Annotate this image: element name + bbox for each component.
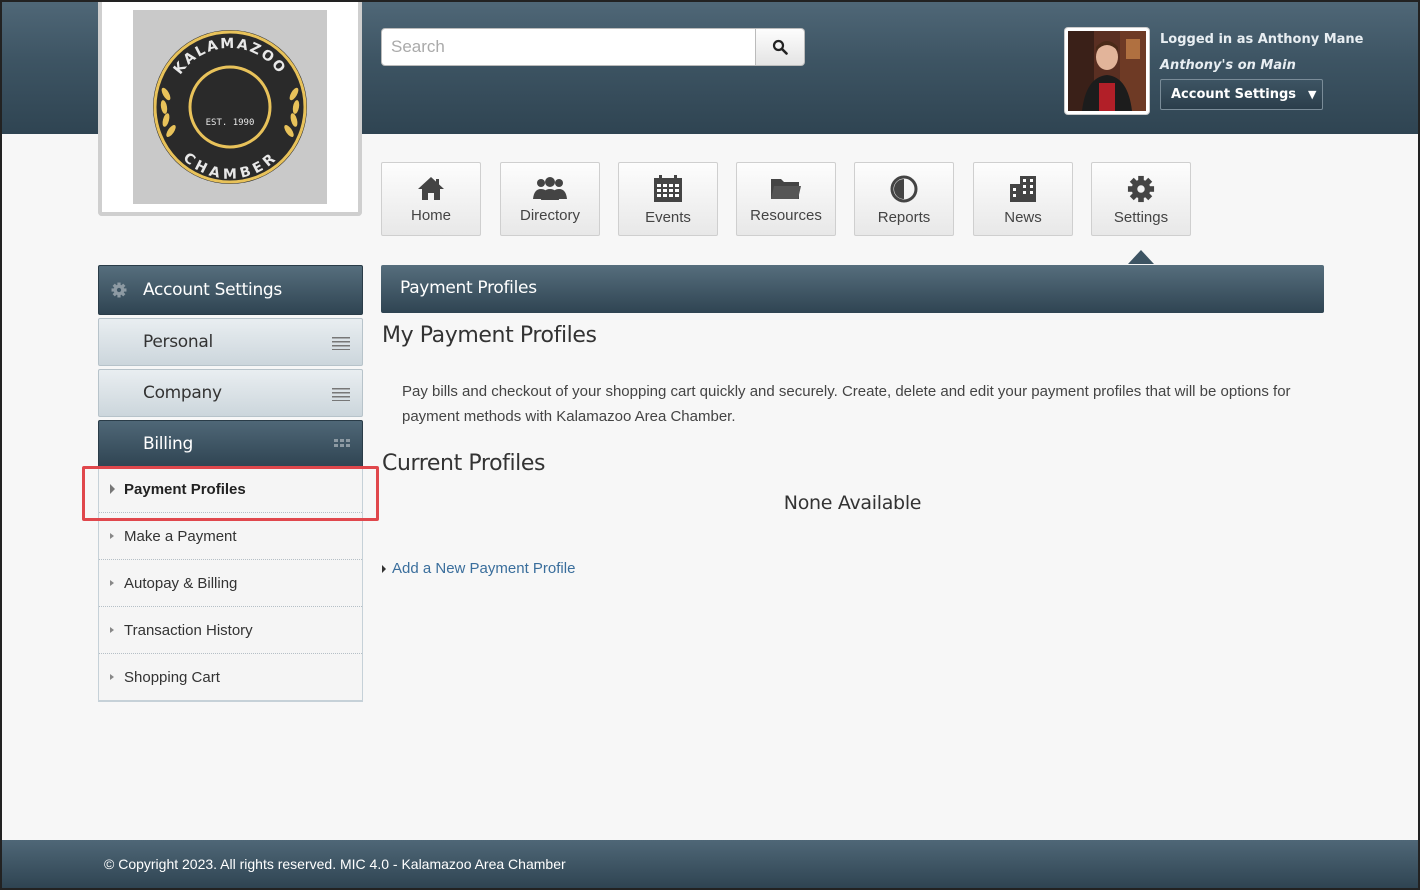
nav-reports[interactable]: Reports (854, 162, 954, 236)
home-icon (418, 177, 444, 200)
footer: © Copyright 2023. All rights reserved. M… (2, 840, 1418, 888)
user-avatar[interactable] (1065, 28, 1149, 114)
account-settings-dropdown[interactable]: Account Settings ▼ (1160, 79, 1323, 110)
search-bar (381, 28, 805, 66)
arrow-right-icon (110, 674, 114, 680)
page-description: Pay bills and checkout of your shopping … (402, 383, 1291, 425)
panel-title: Payment Profiles (400, 278, 537, 298)
nav-news-label: News (1004, 209, 1042, 226)
page-title: My Payment Profiles (382, 323, 597, 348)
sidebar-section-label: Personal (143, 332, 213, 352)
content-panel-header: Payment Profiles (381, 265, 1324, 313)
user-context-label: Anthony's on Main (1160, 58, 1296, 73)
submenu-label: Payment Profiles (124, 480, 246, 498)
submenu-make-a-payment[interactable]: Make a Payment (99, 513, 362, 560)
account-settings-label: Account Settings (1171, 87, 1297, 102)
add-payment-profile-label: Add a New Payment Profile (392, 560, 576, 577)
add-payment-profile-link[interactable]: Add a New Payment Profile (382, 560, 575, 577)
people-icon (533, 177, 567, 200)
active-nav-pointer (1128, 250, 1154, 264)
submenu-autopay-billing[interactable]: Autopay & Billing (99, 560, 362, 607)
caret-down-icon: ▼ (1308, 88, 1317, 101)
submenu-label: Transaction History (124, 621, 253, 639)
submenu-label: Make a Payment (124, 527, 237, 545)
calendar-icon (654, 175, 682, 202)
arrow-right-icon (110, 533, 114, 539)
sidebar-section-label: Billing (143, 434, 194, 454)
nav-reports-label: Reports (877, 209, 931, 226)
nav-events[interactable]: Events (618, 162, 718, 236)
logo-middle-text: EST. 1990 (206, 118, 255, 128)
nav-events-label: Events (645, 209, 691, 226)
grid-dots-icon (334, 439, 350, 447)
nav-directory-label: Directory (519, 207, 580, 224)
menu-lines-icon (332, 388, 350, 401)
submenu-label: Shopping Cart (124, 668, 220, 686)
sidebar-section-label: Company (143, 383, 222, 403)
chamber-logo: KALAMAZOO CHAMBER EST. 1990 (153, 30, 307, 184)
nav-settings[interactable]: Settings (1091, 162, 1191, 236)
logo-container[interactable]: KALAMAZOO CHAMBER EST. 1990 (98, 2, 362, 216)
nav-home[interactable]: Home (381, 162, 481, 236)
sidebar-header-label: Account Settings (143, 280, 282, 300)
submenu-transaction-history[interactable]: Transaction History (99, 607, 362, 654)
nav-resources-label: Resources (750, 207, 822, 224)
nav-resources[interactable]: Resources (736, 162, 836, 236)
nav-news[interactable]: News (973, 162, 1073, 236)
search-button[interactable] (756, 28, 805, 66)
nav-settings-label: Settings (1113, 209, 1169, 226)
sidebar-section-personal[interactable]: Personal (98, 318, 363, 366)
logo-background: KALAMAZOO CHAMBER EST. 1990 (133, 10, 327, 204)
submenu-label: Autopay & Billing (124, 574, 238, 592)
nav-directory[interactable]: Directory (500, 162, 600, 236)
sidebar-section-company[interactable]: Company (98, 369, 363, 417)
search-icon (772, 39, 788, 55)
current-profiles-heading: Current Profiles (382, 451, 546, 476)
building-icon (1010, 176, 1036, 202)
submenu-shopping-cart[interactable]: Shopping Cart (99, 654, 362, 701)
submenu-payment-profiles[interactable]: Payment Profiles (99, 466, 362, 513)
sidebar-section-billing[interactable]: Billing (98, 420, 363, 468)
empty-state-text: None Available (783, 492, 922, 514)
arrow-right-icon (110, 627, 114, 633)
arrow-right-icon (110, 484, 115, 494)
folder-icon (771, 179, 801, 199)
menu-lines-icon (332, 337, 350, 350)
logged-in-label: Logged in as Anthony Mane (1160, 32, 1364, 47)
sidebar-header: Account Settings (98, 265, 363, 315)
arrow-right-icon (382, 564, 386, 573)
gear-icon (111, 282, 127, 298)
copyright-text: © Copyright 2023. All rights reserved. M… (104, 856, 566, 872)
avatar-photo (1068, 31, 1146, 111)
pie-chart-icon (890, 175, 918, 203)
arrow-right-icon (110, 580, 114, 586)
gear-icon (1127, 175, 1155, 203)
billing-submenu: Payment Profiles Make a Payment Autopay … (98, 466, 363, 702)
nav-home-label: Home (410, 207, 451, 224)
search-input[interactable] (381, 28, 756, 66)
